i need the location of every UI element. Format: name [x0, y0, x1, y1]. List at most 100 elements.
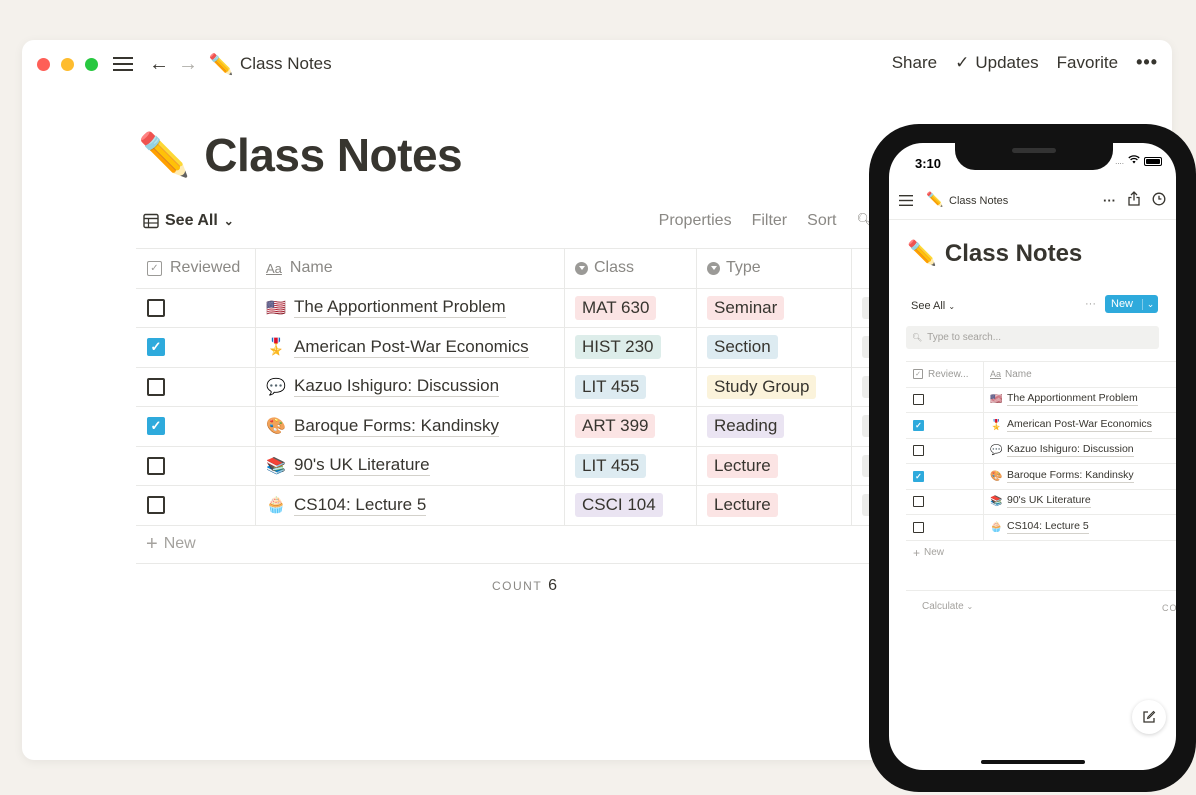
name-cell[interactable]: 💬 Kazuo Ishiguro: Discussion [256, 367, 565, 406]
reviewed-checkbox[interactable] [147, 298, 165, 317]
updates-button[interactable]: ✓ Updates [955, 53, 1039, 73]
column-header-name[interactable]: Aa Name [256, 249, 565, 288]
sort-button[interactable]: Sort [807, 212, 836, 230]
row-name[interactable]: American Post-War Economics [294, 337, 529, 358]
clock-icon[interactable] [1152, 192, 1166, 209]
name-cell[interactable]: 🎖️ American Post-War Economics [984, 413, 1176, 438]
table-row[interactable]: 🧁 CS104: Lecture 5 [906, 515, 1176, 541]
row-name[interactable]: Kazuo Ishiguro: Discussion [294, 376, 500, 398]
table-row[interactable]: 💬 Kazuo Ishiguro: Discussion [906, 438, 1176, 464]
row-name[interactable]: CS104: Lecture 5 [294, 495, 427, 516]
class-cell[interactable]: LIT 455 [565, 367, 697, 406]
new-button[interactable]: New ⌄ [1105, 295, 1158, 313]
reviewed-checkbox[interactable]: ✓ [913, 470, 924, 482]
row-name[interactable]: Baroque Forms: Kandinsky [1007, 469, 1134, 483]
row-name[interactable]: Kazuo Ishiguro: Discussion [1007, 444, 1134, 458]
share-icon[interactable] [1128, 191, 1140, 209]
table-row[interactable]: ✓ 🎖️ American Post-War Economics HIST 230 Se… [136, 328, 876, 368]
row-name[interactable]: Baroque Forms: Kandinsky [294, 416, 500, 437]
name-cell[interactable]: 🧁 CS104: Lecture 5 [984, 515, 1176, 540]
column-header-type[interactable]: Type [697, 249, 852, 288]
reviewed-checkbox[interactable]: ✓ [147, 338, 165, 357]
home-indicator[interactable] [981, 760, 1085, 764]
reviewed-checkbox[interactable]: ✓ [147, 417, 165, 436]
favorite-button[interactable]: Favorite [1057, 53, 1118, 73]
row-name[interactable]: The Apportionment Problem [1007, 393, 1138, 407]
name-cell[interactable]: 🎨 Baroque Forms: Kandinsky [256, 407, 565, 446]
add-row-button[interactable]: + New [136, 526, 876, 564]
chevron-down-icon[interactable]: ⌄ [1142, 298, 1158, 310]
type-cell[interactable]: Lecture [697, 486, 852, 525]
column-header-reviewed[interactable]: ✓ Review... [906, 362, 984, 387]
reviewed-checkbox[interactable] [913, 394, 924, 406]
table-row[interactable]: 📚 90's UK Literature LIT 455 Lecture [136, 446, 876, 486]
class-cell[interactable]: CSCI 104 [565, 486, 697, 525]
page-title-text[interactable]: Class Notes [204, 128, 462, 182]
name-cell[interactable]: 🇺🇸 The Apportionment Problem [256, 288, 565, 327]
maximize-window-button[interactable] [85, 58, 98, 71]
more-options-button[interactable]: ··· [1103, 193, 1116, 208]
table-row[interactable]: 📚 90's UK Literature [906, 489, 1176, 515]
more-options-button[interactable]: ••• [1136, 52, 1158, 73]
close-window-button[interactable] [37, 58, 50, 71]
breadcrumb-title[interactable]: Class Notes [949, 195, 1008, 207]
reviewed-checkbox[interactable]: ✓ [913, 419, 924, 431]
table-row[interactable]: ✓ 🎨 Baroque Forms: Kandinsky ART 399 Reading [136, 407, 876, 447]
name-cell[interactable]: 🎨 Baroque Forms: Kandinsky [984, 464, 1176, 489]
forward-arrow-icon[interactable]: → [177, 51, 199, 77]
column-header-class[interactable]: Class [565, 249, 697, 288]
name-cell[interactable]: 🧁 CS104: Lecture 5 [256, 486, 565, 525]
class-cell[interactable]: MAT 630 [565, 288, 697, 327]
table-row[interactable]: ✓ 🎖️ American Post-War Economics [906, 413, 1176, 439]
minimize-window-button[interactable] [61, 58, 74, 71]
column-header-name[interactable]: Aa Name [984, 362, 1176, 387]
name-cell[interactable]: 💬 Kazuo Ishiguro: Discussion [984, 439, 1176, 464]
properties-button[interactable]: Properties [659, 212, 732, 230]
row-name[interactable]: 90's UK Literature [294, 455, 430, 477]
breadcrumb-title[interactable]: Class Notes [240, 54, 332, 74]
class-cell[interactable]: LIT 455 [565, 446, 697, 485]
view-more-button[interactable]: ··· [1085, 298, 1096, 310]
reviewed-checkbox[interactable] [913, 496, 924, 508]
column-header-reviewed[interactable]: ✓ Reviewed [136, 249, 256, 288]
count-footer[interactable]: COUNT 6 [492, 577, 557, 595]
add-row-button[interactable]: + New [906, 541, 1176, 565]
name-cell[interactable]: 📚 90's UK Literature [984, 490, 1176, 515]
back-arrow-icon[interactable]: ← [148, 51, 170, 77]
page-icon[interactable]: ✏️ [907, 239, 937, 268]
type-cell[interactable]: Lecture [697, 446, 852, 485]
row-name[interactable]: CS104: Lecture 5 [1007, 520, 1089, 534]
search-input[interactable]: 🔍︎ Type to search... [906, 326, 1159, 349]
type-cell[interactable]: Seminar [697, 288, 852, 327]
view-selector[interactable]: See All ⌄ [143, 212, 234, 230]
table-row[interactable]: 🇺🇸 The Apportionment Problem MAT 630 Semina… [136, 288, 876, 328]
type-cell[interactable]: Reading [697, 407, 852, 446]
table-row[interactable]: 💬 Kazuo Ishiguro: Discussion LIT 455 Study … [136, 367, 876, 407]
reviewed-checkbox[interactable] [913, 445, 924, 457]
share-button[interactable]: Share [892, 53, 937, 73]
reviewed-checkbox[interactable] [147, 377, 165, 396]
view-selector[interactable]: See All ⌄ [911, 300, 955, 312]
table-row[interactable]: 🧁 CS104: Lecture 5 CSCI 104 Lecture [136, 486, 876, 526]
filter-button[interactable]: Filter [752, 212, 788, 230]
menu-icon[interactable] [899, 193, 913, 211]
compose-icon[interactable] [1132, 700, 1166, 734]
reviewed-checkbox[interactable] [147, 496, 165, 515]
reviewed-checkbox[interactable] [147, 456, 165, 475]
type-cell[interactable]: Study Group [697, 367, 852, 406]
class-cell[interactable]: ART 399 [565, 407, 697, 446]
type-cell[interactable]: Section [697, 328, 852, 367]
page-title-text[interactable]: Class Notes [945, 240, 1082, 268]
row-name[interactable]: American Post-War Economics [1007, 418, 1152, 432]
class-cell[interactable]: HIST 230 [565, 328, 697, 367]
name-cell[interactable]: 🎖️ American Post-War Economics [256, 328, 565, 367]
table-row[interactable]: ✓ 🎨 Baroque Forms: Kandinsky [906, 464, 1176, 490]
reviewed-checkbox[interactable] [913, 521, 924, 533]
calculate-button[interactable]: Calculate ⌄ [922, 601, 973, 612]
menu-icon[interactable] [112, 51, 134, 77]
name-cell[interactable]: 🇺🇸 The Apportionment Problem [984, 388, 1176, 413]
page-icon[interactable]: ✏️ [138, 131, 190, 180]
table-row[interactable]: 🇺🇸 The Apportionment Problem [906, 387, 1176, 413]
row-name[interactable]: 90's UK Literature [1007, 495, 1091, 509]
row-name[interactable]: The Apportionment Problem [294, 297, 506, 319]
